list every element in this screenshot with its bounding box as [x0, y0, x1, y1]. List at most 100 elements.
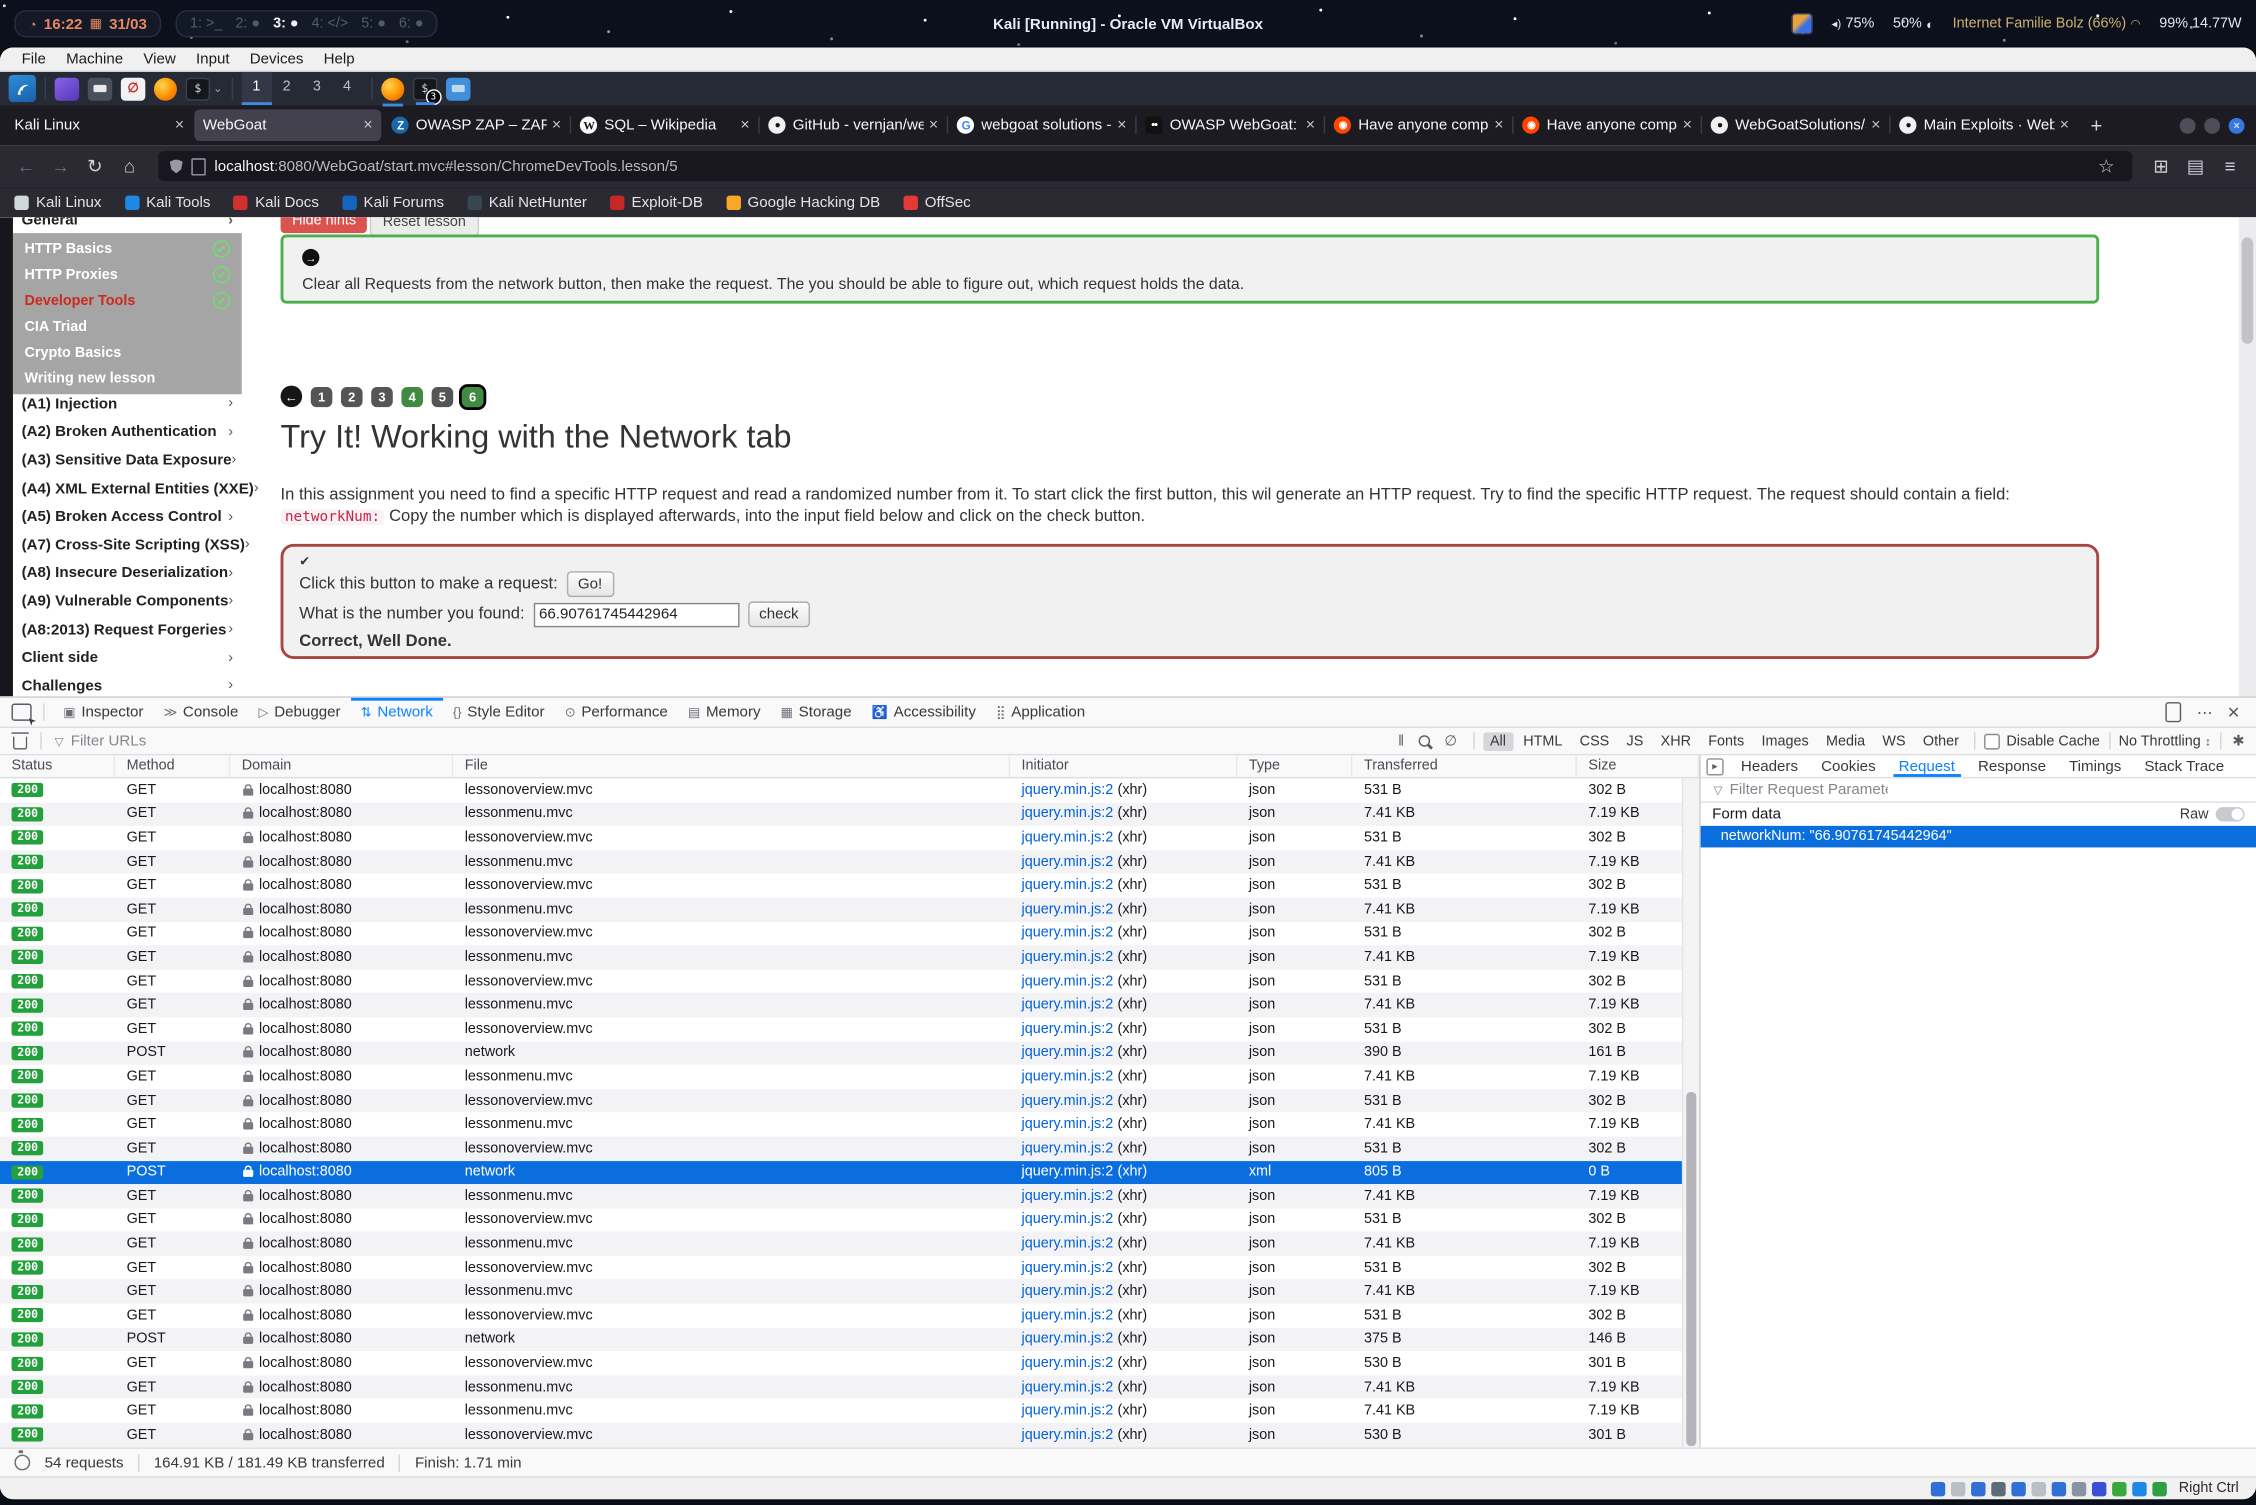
initiator-link[interactable]: jquery.min.js:2 — [1022, 1164, 1114, 1180]
sidebar-item-crypto-basics[interactable]: Crypto Basics — [13, 340, 242, 366]
filter-type-css[interactable]: CSS — [1572, 732, 1616, 751]
sidebar-item-writing-new-lesson[interactable]: Writing new lesson — [13, 365, 242, 391]
initiator-link[interactable]: jquery.min.js:2 — [1022, 973, 1114, 989]
initiator-link[interactable]: jquery.min.js:2 — [1022, 1355, 1114, 1371]
vbox-menu-view[interactable]: View — [133, 50, 186, 67]
page-button-3[interactable]: 3 — [371, 386, 393, 406]
files-taskbar-icon[interactable] — [446, 77, 470, 100]
sidebar-item-http-proxies[interactable]: HTTP Proxies✔ — [13, 262, 242, 288]
sidebar-item-a2-broken-authentication[interactable]: (A2) Broken Authentication› — [13, 418, 242, 446]
kali-menu-button[interactable] — [9, 75, 36, 102]
recording-icon[interactable] — [2072, 1481, 2086, 1495]
browser-tab-have-anyone-comple[interactable]: ◉Have anyone comple× — [1325, 109, 1512, 141]
disable-cache-checkbox[interactable] — [1985, 733, 2001, 749]
check-button[interactable]: check — [748, 601, 810, 627]
browser-tab-webgoatsolutions-s[interactable]: ●WebGoatSolutions/S× — [1702, 109, 1889, 141]
tracking-protection-icon[interactable] — [170, 159, 183, 173]
keyboard-capture-icon[interactable] — [2153, 1481, 2167, 1495]
battery-indicator[interactable]: 99% 14.77W — [2159, 16, 2241, 32]
column-header-initiator[interactable]: Initiator — [1010, 755, 1237, 777]
sidebar-item-challenges[interactable]: Challenges› — [13, 672, 242, 697]
hard-disk-icon[interactable] — [1931, 1481, 1945, 1495]
initiator-link[interactable]: jquery.min.js:2 — [1022, 950, 1114, 966]
network-settings-gear-icon[interactable]: ✱ — [2232, 733, 2244, 749]
bookmark-google-hacking-db[interactable]: Google Hacking DB — [726, 194, 880, 211]
browser-tab-webgoat-solutions[interactable]: Gwebgoat solutions -× — [948, 109, 1135, 141]
filter-urls-input[interactable] — [68, 731, 232, 751]
tab-close-icon[interactable]: × — [1494, 117, 1503, 134]
forward-button[interactable]: → — [46, 155, 75, 177]
network-icon[interactable] — [1992, 1481, 2006, 1495]
network-request-row[interactable]: 200GETlocalhost:8080lessonmenu.mvcjquery… — [0, 802, 1699, 826]
column-header-file[interactable]: File — [453, 755, 1010, 777]
document-viewer-icon[interactable] — [121, 77, 145, 100]
initiator-link[interactable]: jquery.min.js:2 — [1022, 1308, 1114, 1324]
initiator-link[interactable]: jquery.min.js:2 — [1022, 1069, 1114, 1085]
home-button[interactable]: ⌂ — [115, 155, 144, 177]
bookmark-exploit-db[interactable]: Exploit-DB — [610, 194, 703, 211]
menu-icon[interactable]: ≡ — [2216, 155, 2245, 177]
devtools-close-icon[interactable]: ✕ — [2220, 703, 2248, 722]
devtools-tab-console[interactable]: ≫Console — [154, 698, 249, 727]
vbox-menu-machine[interactable]: Machine — [56, 50, 133, 67]
clear-requests-icon[interactable] — [13, 736, 27, 749]
host-workspace-1[interactable]: 1: >_ — [190, 16, 222, 32]
url-bar[interactable]: localhost:8080/WebGoat/start.mvc#lesson/… — [158, 151, 2132, 181]
page-button-4[interactable]: 4 — [401, 386, 423, 406]
sidebar-item-a8-insecure-deserialization[interactable]: (A8) Insecure Deserialization› — [13, 559, 242, 587]
network-request-row[interactable]: 200GETlocalhost:8080lessonoverview.mvcjq… — [0, 826, 1699, 850]
audio-icon[interactable] — [1972, 1481, 1986, 1495]
sidebar-item-a9-vulnerable-components[interactable]: (A9) Vulnerable Components› — [13, 587, 242, 615]
initiator-link[interactable]: jquery.min.js:2 — [1022, 1141, 1114, 1157]
go-button[interactable]: Go! — [566, 571, 613, 597]
initiator-link[interactable]: jquery.min.js:2 — [1022, 1117, 1114, 1133]
initiator-link[interactable]: jquery.min.js:2 — [1022, 878, 1114, 894]
vbox-menu-devices[interactable]: Devices — [240, 50, 314, 67]
network-request-row[interactable]: 200GETlocalhost:8080lessonoverview.mvcjq… — [0, 1256, 1699, 1280]
network-request-row[interactable]: 200GETlocalhost:8080lessonoverview.mvcjq… — [0, 874, 1699, 898]
request-detail-tab-stack-trace[interactable]: Stack Trace — [2133, 755, 2236, 777]
back-button[interactable]: ← — [12, 155, 41, 177]
network-request-row[interactable]: 200GETlocalhost:8080lessonmenu.mvcjquery… — [0, 1280, 1699, 1304]
initiator-link[interactable]: jquery.min.js:2 — [1022, 997, 1114, 1013]
network-request-row[interactable]: 200GETlocalhost:8080lessonoverview.mvcjq… — [0, 1208, 1699, 1232]
search-icon[interactable] — [1411, 735, 1437, 747]
vbox-menu-help[interactable]: Help — [314, 50, 365, 67]
network-request-row[interactable]: 200GETlocalhost:8080lessonoverview.mvcjq… — [0, 778, 1699, 802]
page-button-6[interactable]: 6 — [462, 386, 484, 406]
tab-close-icon[interactable]: × — [2060, 117, 2069, 134]
initiator-link[interactable]: jquery.min.js:2 — [1022, 854, 1114, 870]
terminal-taskbar-icon[interactable]: $3 — [413, 77, 437, 100]
browser-tab-github-vernjan-we[interactable]: ●GitHub - vernjan/we× — [760, 109, 947, 141]
network-request-row[interactable]: 200GETlocalhost:8080lessonoverview.mvcjq… — [0, 1351, 1699, 1375]
pick-element-icon[interactable] — [12, 704, 32, 721]
devtools-tab-inspector[interactable]: ▣Inspector — [53, 698, 153, 727]
chevron-down-icon[interactable]: ⌄ — [213, 82, 223, 95]
initiator-link[interactable]: jquery.min.js:2 — [1022, 1332, 1114, 1348]
network-request-row[interactable]: 200POSTlocalhost:8080networkjquery.min.j… — [0, 1327, 1699, 1351]
host-workspace-6[interactable]: 6: ● — [399, 16, 424, 32]
tab-close-icon[interactable]: × — [1683, 117, 1692, 134]
network-request-row[interactable]: 200GETlocalhost:8080lessonmenu.mvcjquery… — [0, 850, 1699, 874]
bookmark-kali-nethunter[interactable]: Kali NetHunter — [467, 194, 587, 211]
initiator-link[interactable]: jquery.min.js:2 — [1022, 782, 1114, 798]
initiator-link[interactable]: jquery.min.js:2 — [1022, 1212, 1114, 1228]
request-detail-tab-cookies[interactable]: Cookies — [1810, 755, 1888, 777]
tab-close-icon[interactable]: × — [1871, 117, 1880, 134]
bookmark-kali-docs[interactable]: Kali Docs — [233, 194, 318, 211]
workspace-button-1[interactable]: 1 — [241, 72, 271, 105]
network-request-row[interactable]: 200GETlocalhost:8080lessonoverview.mvcjq… — [0, 969, 1699, 993]
filter-request-parameters-input[interactable] — [1727, 780, 1891, 800]
sidebar-item-a1-injection[interactable]: (A1) Injection› — [13, 390, 242, 418]
network-request-row[interactable]: 200GETlocalhost:8080lessonmenu.mvcjquery… — [0, 993, 1699, 1017]
sidebar-item-http-basics[interactable]: HTTP Basics✔ — [13, 236, 242, 262]
initiator-link[interactable]: jquery.min.js:2 — [1022, 1260, 1114, 1276]
library-icon[interactable]: ▤ — [2181, 155, 2210, 178]
virtualbox-tray-icon[interactable] — [1791, 13, 1813, 35]
host-workspace-2[interactable]: 2: ● — [235, 16, 260, 32]
host-workspace-4[interactable]: 4: </> — [312, 16, 349, 32]
tab-close-icon[interactable]: × — [740, 117, 749, 134]
app-launcher-icon[interactable] — [55, 77, 79, 100]
network-request-row[interactable]: 200GETlocalhost:8080lessonoverview.mvcjq… — [0, 1089, 1699, 1113]
extensions-icon[interactable]: ⊞ — [2147, 155, 2176, 178]
